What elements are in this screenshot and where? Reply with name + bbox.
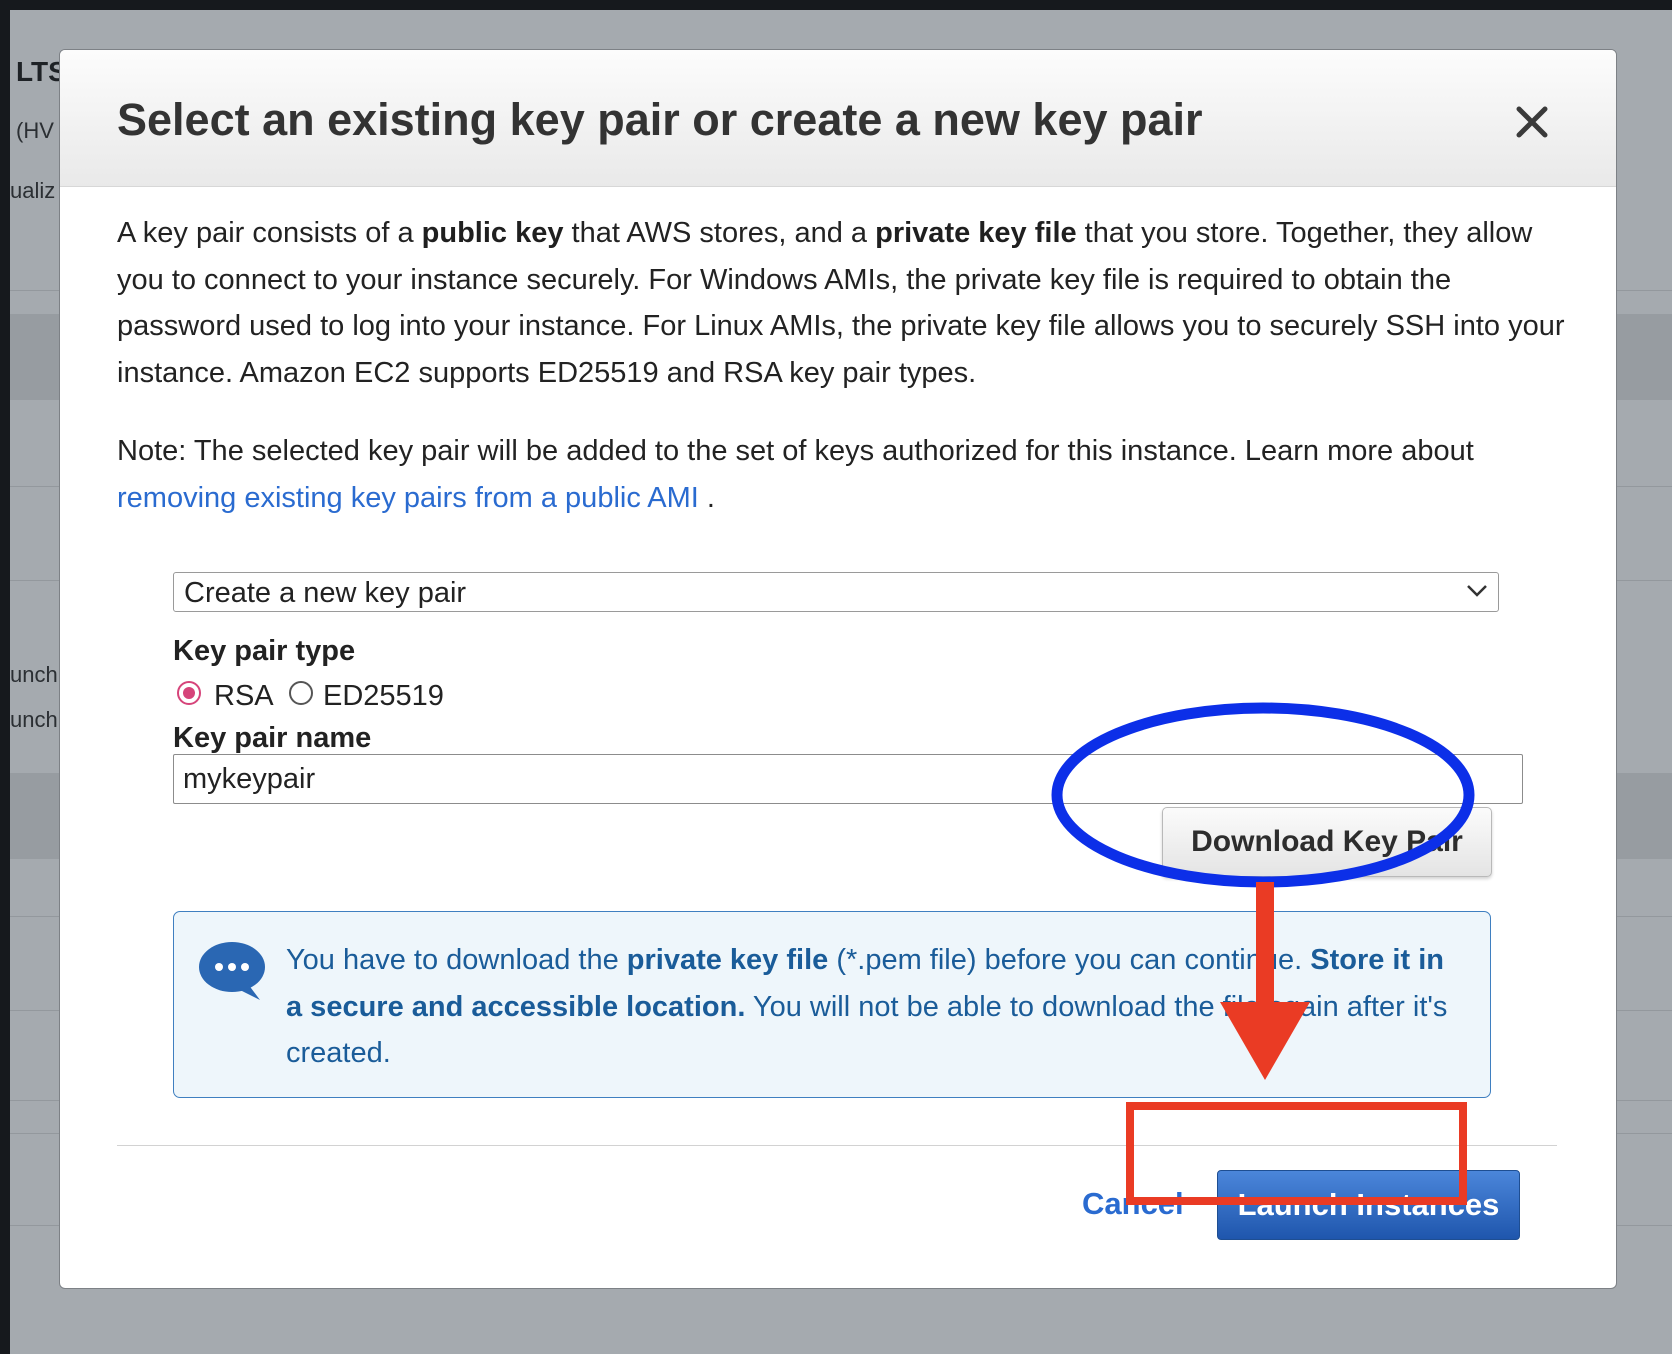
key-pair-type-label: Key pair type <box>173 635 356 667</box>
radio-ed25519-label: ED25519 <box>323 680 444 712</box>
background-text: ualiz <box>10 178 56 203</box>
close-button[interactable] <box>1512 102 1552 142</box>
key-pair-select[interactable]: Create a new key pair <box>173 572 1499 612</box>
footer-divider <box>117 1145 1557 1146</box>
radio-rsa[interactable] <box>177 681 201 705</box>
launch-instances-button[interactable]: Launch Instances <box>1217 1170 1520 1240</box>
download-key-pair-button[interactable]: Download Key Pair <box>1162 807 1492 877</box>
note-text: Note: The selected key pair will be adde… <box>117 435 1474 514</box>
description-text: A key pair consists of a public key that… <box>117 217 1565 389</box>
background-text: unch <box>10 707 58 732</box>
chat-bubble-icon <box>199 942 265 1000</box>
key-pair-name-input[interactable]: mykeypair <box>173 754 1523 804</box>
cancel-button[interactable]: Cancel <box>1082 1186 1184 1222</box>
background-text: unch <box>10 662 58 687</box>
key-pair-name-label: Key pair name <box>173 722 372 754</box>
close-icon <box>1516 106 1548 138</box>
key-pair-dialog: Select an existing key pair or create a … <box>59 49 1617 1289</box>
dialog-title: Select an existing key pair or create a … <box>117 94 1203 145</box>
key-pair-select-value: Create a new key pair <box>184 577 467 609</box>
radio-ed25519[interactable] <box>289 681 313 705</box>
bold-private-key-file: private key file <box>875 217 1077 249</box>
background-text: (HV <box>16 118 54 143</box>
chevron-down-icon <box>1467 585 1487 597</box>
dialog-header: Select an existing key pair or create a … <box>60 50 1616 187</box>
radio-rsa-label: RSA <box>214 680 274 712</box>
key-pair-name-value: mykeypair <box>183 763 316 795</box>
removing-key-pairs-link[interactable]: removing existing key pairs from a publi… <box>117 482 699 514</box>
bold-public-key: public key <box>421 217 564 249</box>
info-message: You have to download the private key fil… <box>286 944 1448 1069</box>
info-alert: You have to download the private key fil… <box>173 911 1491 1098</box>
